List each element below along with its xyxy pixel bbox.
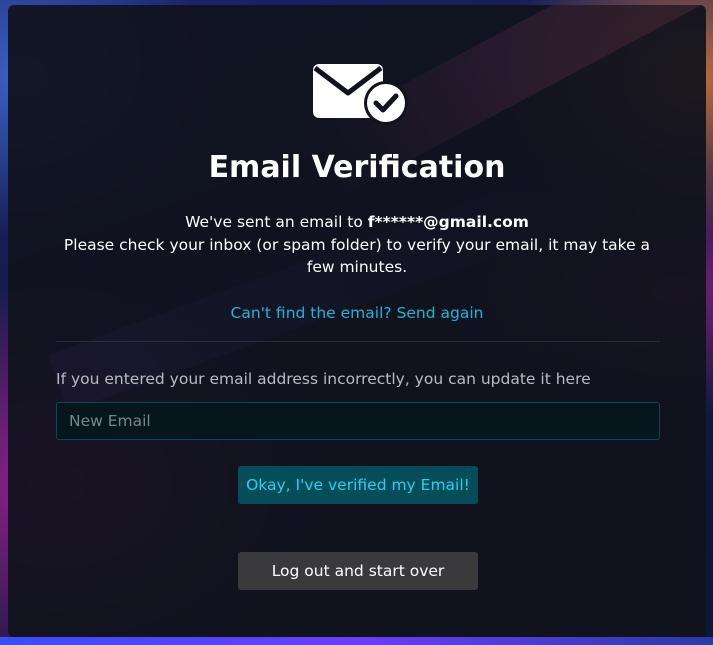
background-edge: [0, 637, 713, 645]
resend-email-link[interactable]: Can't find the email? Send again: [8, 302, 706, 324]
email-check-icon: [313, 64, 408, 125]
new-email-input[interactable]: [56, 402, 660, 440]
verification-message: We've sent an email to f******@gmail.com…: [48, 211, 666, 279]
verification-card: Email Verification We've sent an email t…: [8, 5, 706, 637]
page-title: Email Verification: [208, 150, 506, 185]
instruction-text: Please check your inbox (or spam folder)…: [63, 235, 651, 277]
verified-email-button[interactable]: Okay, I've verified my Email!: [238, 466, 478, 504]
sent-to-line: We've sent an email to f******@gmail.com: [48, 211, 666, 234]
masked-email: f******@gmail.com: [367, 213, 529, 231]
sent-to-prefix: We've sent an email to: [185, 213, 368, 231]
divider: [56, 341, 660, 342]
update-email-label: If you entered your email address incorr…: [56, 370, 591, 388]
logout-button[interactable]: Log out and start over: [238, 552, 478, 590]
